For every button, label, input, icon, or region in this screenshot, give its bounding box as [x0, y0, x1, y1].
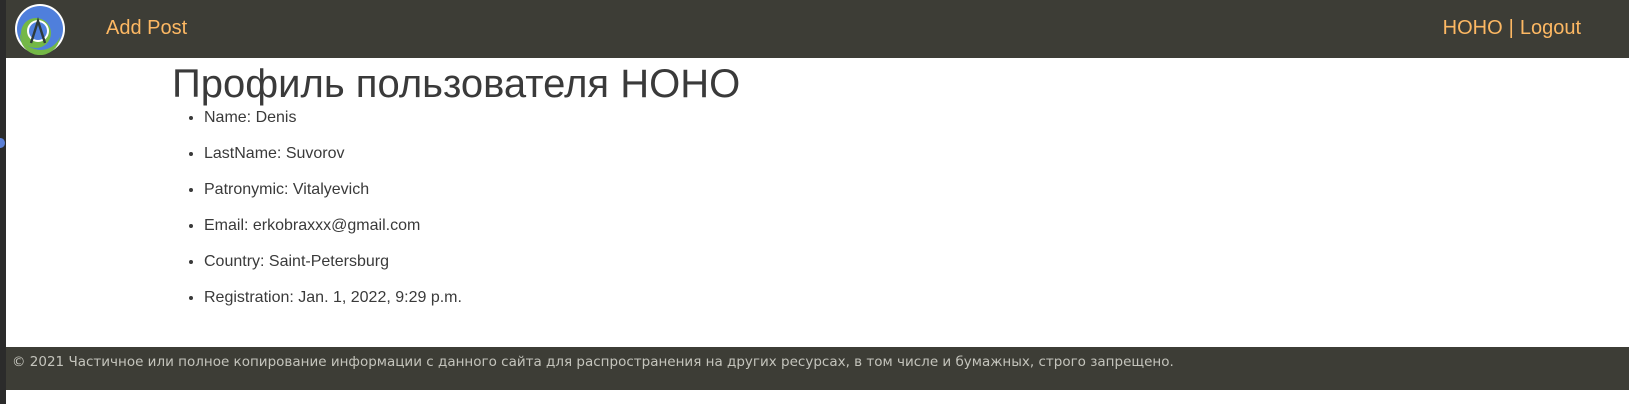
add-post-link[interactable]: Add Post	[106, 16, 187, 40]
main-content: Профиль пользователя HOHO Name: Denis La…	[172, 60, 1572, 324]
profile-field-country: Country: Saint-Petersburg	[204, 252, 1572, 288]
site-logo-icon[interactable]	[14, 3, 66, 56]
page-footer: © 2021 Частичное или полное копирование …	[6, 347, 1629, 390]
nav-separator: |	[1508, 17, 1514, 39]
logo-graphic	[15, 4, 65, 56]
profile-field-patronymic: Patronymic: Vitalyevich	[204, 180, 1572, 216]
profile-field-list: Name: Denis LastName: Suvorov Patronymic…	[172, 108, 1572, 324]
username-link[interactable]: HOHO	[1443, 17, 1503, 39]
page-title: Профиль пользователя HOHO	[172, 62, 741, 106]
window-left-edge	[0, 0, 6, 404]
profile-field-name: Name: Denis	[204, 108, 1572, 144]
logout-link[interactable]: Logout	[1520, 17, 1581, 39]
profile-field-email: Email: erkobraxxx@gmail.com	[204, 216, 1572, 252]
copyright-text: © 2021 Частичное или полное копирование …	[12, 354, 1174, 370]
profile-field-registration: Registration: Jan. 1, 2022, 9:29 p.m.	[204, 288, 1572, 324]
user-menu: HOHO | Logout	[1443, 16, 1581, 40]
profile-field-lastname: LastName: Suvorov	[204, 144, 1572, 180]
top-navbar: Add Post HOHO | Logout	[6, 0, 1629, 58]
